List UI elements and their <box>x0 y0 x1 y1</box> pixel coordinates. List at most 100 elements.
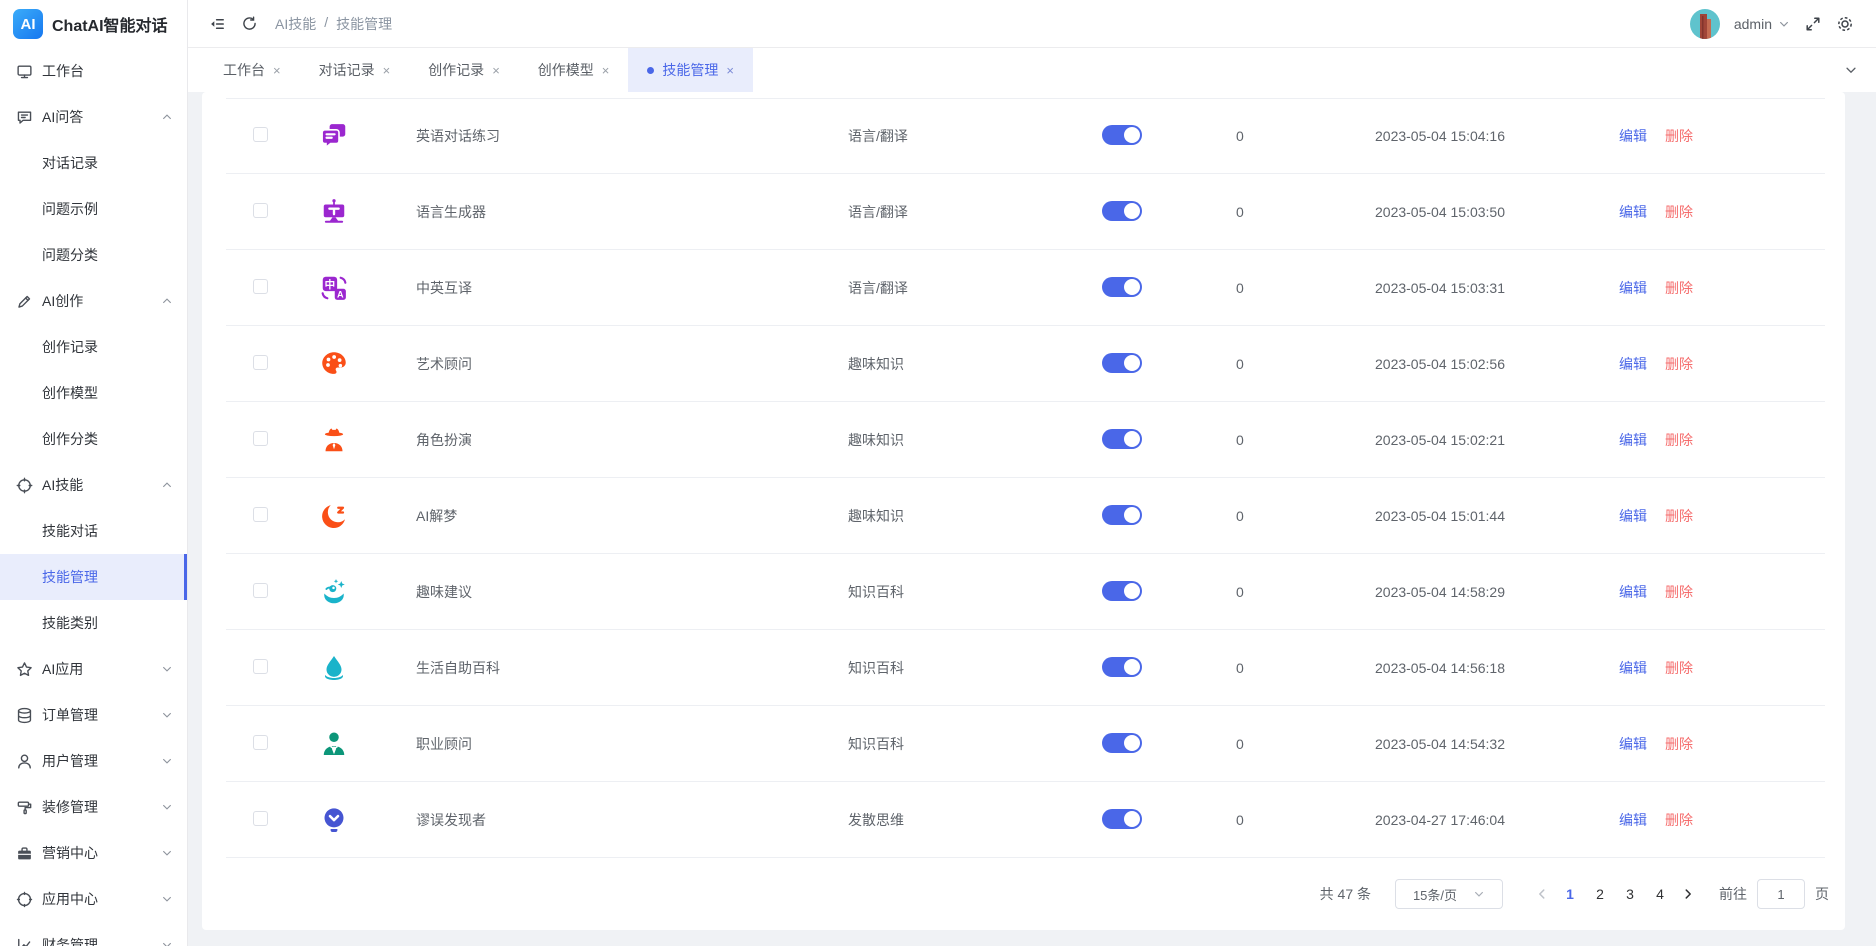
skill-name: AI解梦 <box>384 506 816 526</box>
enable-toggle[interactable] <box>1102 201 1142 221</box>
delete-link[interactable]: 删除 <box>1665 204 1693 220</box>
sidebar-item-8[interactable]: 创作分类 <box>0 416 187 462</box>
created-time: 2023-05-04 15:03:50 <box>1343 204 1587 220</box>
delete-link[interactable]: 删除 <box>1665 432 1693 448</box>
row-checkbox[interactable] <box>253 355 268 370</box>
delete-link[interactable]: 删除 <box>1665 660 1693 676</box>
edit-link[interactable]: 编辑 <box>1619 736 1647 752</box>
sidebar-item-9[interactable]: AI技能 <box>0 462 187 508</box>
sidebar-item-12[interactable]: 技能类别 <box>0 600 187 646</box>
tab-1[interactable]: 对话记录× <box>300 48 410 92</box>
row-checkbox[interactable] <box>253 127 268 142</box>
username[interactable]: admin <box>1734 16 1772 32</box>
sidebar-item-0[interactable]: 工作台 <box>0 48 187 94</box>
user-caret-down-icon[interactable] <box>1778 18 1790 30</box>
row-checkbox[interactable] <box>253 279 268 294</box>
skill-count: 0 <box>1204 432 1343 448</box>
page-number-2[interactable]: 2 <box>1585 879 1615 909</box>
row-checkbox[interactable] <box>253 583 268 598</box>
breadcrumb-current: 技能管理 <box>336 14 392 34</box>
enable-toggle[interactable] <box>1102 353 1142 373</box>
avatar[interactable] <box>1690 9 1720 39</box>
delete-link[interactable]: 删除 <box>1665 280 1693 296</box>
sidebar-item-label: AI应用 <box>42 659 83 679</box>
edit-link[interactable]: 编辑 <box>1619 128 1647 144</box>
delete-link[interactable]: 删除 <box>1665 812 1693 828</box>
edit-link[interactable]: 编辑 <box>1619 508 1647 524</box>
fullscreen-icon[interactable] <box>1804 15 1822 33</box>
collapse-sidebar-icon[interactable] <box>208 15 226 33</box>
edit-link[interactable]: 编辑 <box>1619 660 1647 676</box>
prev-page-button[interactable] <box>1529 887 1555 901</box>
sidebar-item-3[interactable]: 问题示例 <box>0 186 187 232</box>
breadcrumb-section[interactable]: AI技能 <box>275 14 316 34</box>
tab-close-icon[interactable]: × <box>726 64 734 77</box>
tab-4[interactable]: 技能管理× <box>628 48 753 92</box>
sidebar-item-15[interactable]: 用户管理 <box>0 738 187 784</box>
enable-toggle[interactable] <box>1102 277 1142 297</box>
tab-3[interactable]: 创作模型× <box>519 48 629 92</box>
enable-toggle[interactable] <box>1102 505 1142 525</box>
page-number-1[interactable]: 1 <box>1555 879 1585 909</box>
monitor-icon <box>16 63 33 80</box>
goto-page-input[interactable] <box>1757 879 1805 909</box>
tab-0[interactable]: 工作台× <box>204 48 300 92</box>
delete-link[interactable]: 删除 <box>1665 128 1693 144</box>
edit-link[interactable]: 编辑 <box>1619 204 1647 220</box>
tab-2[interactable]: 创作记录× <box>409 48 519 92</box>
pencil-icon <box>16 293 33 310</box>
sidebar-item-11[interactable]: 技能管理 <box>0 554 187 600</box>
sidebar-item-19[interactable]: 财务管理 <box>0 922 187 946</box>
settings-gear-icon[interactable] <box>1836 15 1854 33</box>
delete-link[interactable]: 删除 <box>1665 508 1693 524</box>
sidebar-item-10[interactable]: 技能对话 <box>0 508 187 554</box>
edit-link[interactable]: 编辑 <box>1619 812 1647 828</box>
row-checkbox[interactable] <box>253 811 268 826</box>
page-number-4[interactable]: 4 <box>1645 879 1675 909</box>
skill-count: 0 <box>1204 660 1343 676</box>
enable-toggle[interactable] <box>1102 429 1142 449</box>
row-checkbox[interactable] <box>253 507 268 522</box>
edit-link[interactable]: 编辑 <box>1619 584 1647 600</box>
refresh-icon[interactable] <box>241 15 258 32</box>
sidebar-item-4[interactable]: 问题分类 <box>0 232 187 278</box>
sidebar-item-16[interactable]: 装修管理 <box>0 784 187 830</box>
next-page-button[interactable] <box>1675 887 1701 901</box>
sidebar-item-6[interactable]: 创作记录 <box>0 324 187 370</box>
sidebar-item-7[interactable]: 创作模型 <box>0 370 187 416</box>
row-checkbox[interactable] <box>253 659 268 674</box>
toggle-cell <box>1070 353 1204 376</box>
checkbox-cell <box>202 735 284 753</box>
page-number-3[interactable]: 3 <box>1615 879 1645 909</box>
sidebar-item-5[interactable]: AI创作 <box>0 278 187 324</box>
row-checkbox[interactable] <box>253 735 268 750</box>
row-checkbox[interactable] <box>253 203 268 218</box>
sidebar-item-2[interactable]: 对话记录 <box>0 140 187 186</box>
edit-link[interactable]: 编辑 <box>1619 432 1647 448</box>
tabs-dropdown-chevron-icon[interactable] <box>1844 48 1858 92</box>
enable-toggle[interactable] <box>1102 125 1142 145</box>
sidebar-item-1[interactable]: AI问答 <box>0 94 187 140</box>
enable-toggle[interactable] <box>1102 809 1142 829</box>
enable-toggle[interactable] <box>1102 733 1142 753</box>
tab-close-icon[interactable]: × <box>602 64 610 77</box>
enable-toggle[interactable] <box>1102 581 1142 601</box>
sidebar-item-17[interactable]: 营销中心 <box>0 830 187 876</box>
delete-link[interactable]: 删除 <box>1665 584 1693 600</box>
bulb-icon <box>319 805 349 835</box>
delete-link[interactable]: 删除 <box>1665 736 1693 752</box>
enable-toggle[interactable] <box>1102 657 1142 677</box>
delete-link[interactable]: 删除 <box>1665 356 1693 372</box>
tab-close-icon[interactable]: × <box>273 64 281 77</box>
row-checkbox[interactable] <box>253 431 268 446</box>
sidebar-item-14[interactable]: 订单管理 <box>0 692 187 738</box>
sidebar-item-18[interactable]: 应用中心 <box>0 876 187 922</box>
sidebar-item-13[interactable]: AI应用 <box>0 646 187 692</box>
edit-link[interactable]: 编辑 <box>1619 356 1647 372</box>
tab-close-icon[interactable]: × <box>492 64 500 77</box>
skill-name: 角色扮演 <box>384 430 816 450</box>
page-size-select[interactable]: 15条/页 <box>1395 879 1503 909</box>
chevron-down-icon <box>161 663 173 675</box>
tab-close-icon[interactable]: × <box>383 64 391 77</box>
edit-link[interactable]: 编辑 <box>1619 280 1647 296</box>
